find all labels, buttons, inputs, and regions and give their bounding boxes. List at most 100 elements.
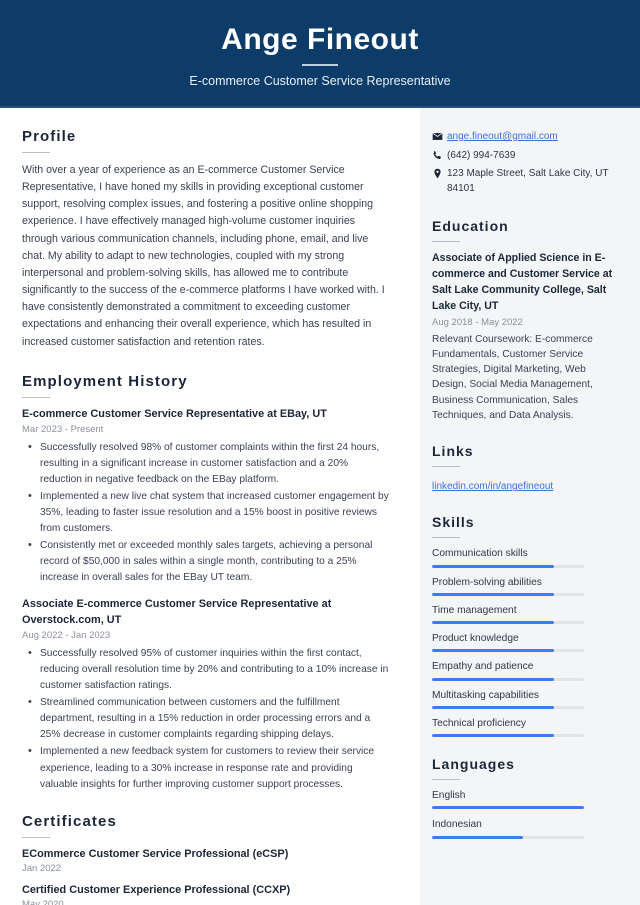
contact-row-email: ange.fineout@gmail.com xyxy=(432,130,622,145)
section-divider xyxy=(432,241,460,242)
employment-heading: Employment History xyxy=(22,372,188,390)
certificates-heading: Certificates xyxy=(22,812,117,830)
job-date: Mar 2023 - Present xyxy=(22,424,104,436)
job-bullet: Successfully resolved 98% of customer co… xyxy=(28,438,392,488)
language-level-bar xyxy=(432,806,584,810)
skill-item: Multitasking capabilities xyxy=(432,689,622,709)
section-divider xyxy=(432,466,460,468)
location-pin-icon xyxy=(432,167,447,179)
skill-name: Communication skills xyxy=(432,548,528,560)
section-education: Education Associate of Applied Science i… xyxy=(432,218,622,423)
contact-address-text: 123 Maple Street, Salt Lake City, UT 841… xyxy=(447,168,609,194)
section-divider xyxy=(432,537,460,539)
language-item: Indonesian xyxy=(432,818,622,839)
job-date: Aug 2022 - Jan 2023 xyxy=(22,630,111,642)
skill-level-bar xyxy=(432,621,584,625)
job-bullet: Consistently met or exceeded monthly sal… xyxy=(28,537,392,586)
header-divider xyxy=(302,64,338,67)
candidate-job-title: E-commerce Customer Service Representati… xyxy=(189,74,451,89)
skill-item: Empathy and patience xyxy=(432,660,622,681)
section-divider xyxy=(22,836,50,838)
contact-phone-text: (642) 994-7639 xyxy=(447,149,516,161)
language-name: Indonesian xyxy=(432,819,482,831)
job-bullet-list: Successfully resolved 95% of customer in… xyxy=(22,645,392,793)
certificate-date: Jan 2022 xyxy=(22,863,62,874)
certificate-entry: Certified Customer Experience Profession… xyxy=(22,883,392,905)
language-level-fill xyxy=(432,835,524,839)
skills-heading: Skills xyxy=(432,514,475,531)
profile-heading: Profile xyxy=(22,128,77,145)
certificate-name: ECommerce Customer Service Professional … xyxy=(22,847,289,860)
skill-name: Time management xyxy=(432,604,517,616)
skill-name: Multitasking capabilities xyxy=(432,689,540,701)
skill-level-fill xyxy=(432,592,554,596)
skill-name: Product knowledge xyxy=(432,633,519,645)
profile-text: With over a year of experience as an E-c… xyxy=(22,164,385,348)
section-divider xyxy=(432,779,460,781)
section-skills: Skills Communication skills Problem-solv… xyxy=(432,514,622,738)
skill-level-bar xyxy=(432,677,584,681)
job-bullet-list: Successfully resolved 98% of customer co… xyxy=(22,438,392,587)
language-name: English xyxy=(432,790,466,802)
job-bullet: Implemented a new feedback system for cu… xyxy=(28,743,392,792)
certificate-entry: ECommerce Customer Service Professional … xyxy=(22,847,392,874)
certificate-name: Certified Customer Experience Profession… xyxy=(22,884,291,896)
skill-item: Time management xyxy=(432,604,622,625)
language-level-fill xyxy=(432,806,584,810)
resume-header: Ange Fineout E-commerce Customer Service… xyxy=(0,0,640,108)
employment-entry: Associate E-commerce Customer Service Re… xyxy=(22,597,392,792)
skill-level-bar xyxy=(432,649,584,653)
section-certificates: Certificates ECommerce Customer Service … xyxy=(22,813,392,905)
section-links: Links linkedin.com/in/angefineout xyxy=(432,443,622,494)
section-employment-history: Employment History E-commerce Customer S… xyxy=(22,373,392,793)
skill-level-bar xyxy=(432,564,584,568)
language-level-bar xyxy=(432,835,584,839)
contact-row-address: 123 Maple Street, Salt Lake City, UT 841… xyxy=(432,167,622,196)
skill-item: Product knowledge xyxy=(432,632,622,653)
skill-level-bar xyxy=(432,734,584,738)
skill-item: Communication skills xyxy=(432,547,622,568)
language-item: English xyxy=(432,789,622,810)
skill-level-fill xyxy=(432,705,554,709)
candidate-name: Ange Fineout xyxy=(221,22,419,56)
resume-body: Profile With over a year of experience a… xyxy=(0,108,640,905)
education-degree: Associate of Applied Science in E-commer… xyxy=(432,252,613,312)
section-divider xyxy=(22,396,50,398)
education-date: Aug 2018 - May 2022 xyxy=(432,316,523,328)
skill-name: Empathy and patience xyxy=(432,661,534,673)
skill-item: Problem-solving abilities xyxy=(432,576,622,596)
job-bullet: Implemented a new live chat system that … xyxy=(28,488,392,537)
section-profile: Profile With over a year of experience a… xyxy=(22,128,392,351)
email-link[interactable]: ange.fineout@gmail.com xyxy=(447,131,558,142)
job-bullet: Successfully resolved 95% of customer in… xyxy=(28,645,392,694)
section-divider xyxy=(22,152,50,153)
skill-level-bar xyxy=(432,592,584,596)
job-title: E-commerce Customer Service Representati… xyxy=(22,407,327,420)
contact-email-text: ange.fineout@gmail.com xyxy=(447,130,622,145)
contact-details: ange.fineout@gmail.com (642) 994-7639 12… xyxy=(432,130,622,196)
main-column: Profile With over a year of experience a… xyxy=(0,108,420,905)
skill-item: Technical proficiency xyxy=(432,717,622,738)
resume-page: Ange Fineout E-commerce Customer Service… xyxy=(0,0,640,905)
skill-name: Technical proficiency xyxy=(432,717,526,729)
certificate-date: May 2020 xyxy=(22,899,64,905)
links-heading: Links xyxy=(432,443,474,460)
skill-level-fill xyxy=(432,621,554,625)
phone-icon xyxy=(432,149,447,161)
skill-level-fill xyxy=(432,677,554,681)
skill-level-fill xyxy=(432,649,554,653)
section-languages: Languages English Indonesian xyxy=(432,756,622,839)
education-description: Relevant Coursework: E-commerce Fundamen… xyxy=(432,333,593,422)
job-title: Associate E-commerce Customer Service Re… xyxy=(22,598,332,626)
employment-entry: E-commerce Customer Service Representati… xyxy=(22,407,392,587)
languages-heading: Languages xyxy=(432,756,515,773)
skill-level-fill xyxy=(432,564,554,568)
contact-row-phone: (642) 994-7639 xyxy=(432,149,622,164)
job-bullet: Streamlined communication between custom… xyxy=(28,694,392,743)
sidebar-column: ange.fineout@gmail.com (642) 994-7639 12… xyxy=(420,108,640,905)
skill-level-fill xyxy=(432,734,554,738)
skill-name: Problem-solving abilities xyxy=(432,576,542,588)
skill-level-bar xyxy=(432,705,584,709)
education-heading: Education xyxy=(432,218,509,234)
linkedin-link[interactable]: linkedin.com/in/angefineout xyxy=(432,481,553,492)
